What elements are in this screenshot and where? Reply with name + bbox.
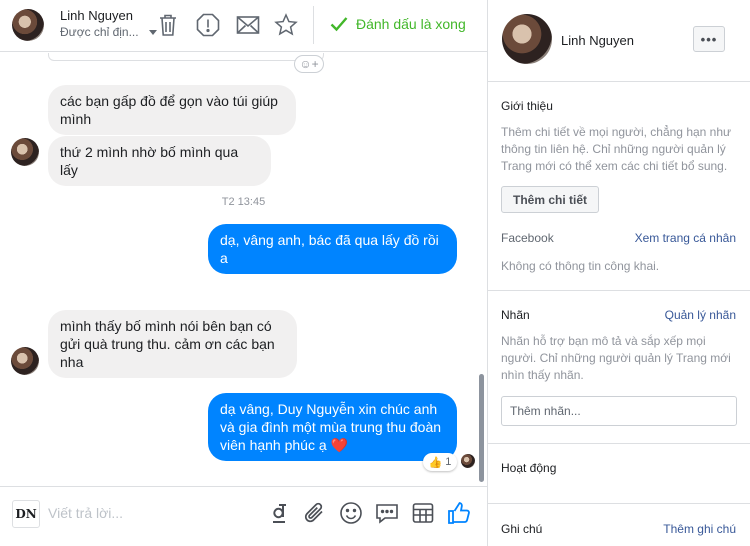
section-divider: [488, 443, 750, 444]
add-note-link[interactable]: Thêm ghi chú: [663, 522, 736, 536]
payment-button[interactable]: [266, 500, 292, 526]
no-public-info-text: Không có thông tin công khai.: [501, 259, 660, 273]
message-thread[interactable]: ☺+ các bạn gấp đồ để gọn vào túi giúp mì…: [0, 53, 487, 485]
view-profile-link[interactable]: Xem trang cá nhân: [635, 231, 736, 245]
tags-title: Nhãn: [501, 308, 530, 322]
like-button[interactable]: [446, 500, 472, 526]
assign-dropdown[interactable]: Được chỉ địn...: [60, 25, 157, 39]
spam-button[interactable]: [195, 12, 221, 38]
seen-avatar: [461, 454, 475, 468]
header-divider: [313, 6, 314, 44]
emoji-button[interactable]: [338, 500, 364, 526]
message-line: thứ 2 mình nhờ bố mình qua lấy: [60, 144, 239, 178]
message-bubble-incoming[interactable]: thứ 2 mình nhờ bố mình qua lấy: [48, 136, 271, 186]
more-options-button[interactable]: •••: [693, 26, 725, 52]
appointment-button[interactable]: [410, 500, 436, 526]
chat-bubble-icon: [376, 504, 398, 524]
message-bubble-incoming[interactable]: mình thấy bố mình nói bên bạn có gửi quà…: [48, 310, 297, 378]
message-bubble-outgoing[interactable]: dạ vâng, Duy Nguyễn xin chúc anh và gia …: [208, 393, 457, 461]
page-logo: DN: [12, 500, 40, 528]
message-line: dạ, vâng anh, bác đã qua lấy đồ rồi: [220, 232, 439, 248]
add-detail-button[interactable]: Thêm chi tiết: [501, 186, 599, 213]
smiley-icon: [340, 502, 362, 524]
checkmark-icon: [330, 17, 348, 32]
intro-description: Thêm chi tiết về mọi người, chẳng hạn nh…: [501, 125, 732, 173]
message-line: và gia đình một mùa trung thu đoàn: [220, 419, 442, 435]
delete-button[interactable]: [155, 12, 181, 38]
add-reaction-button[interactable]: ☺+: [294, 55, 324, 73]
smiley-plus-icon: ☺+: [299, 57, 319, 71]
section-divider: [488, 503, 750, 504]
message-timestamp: T2 13:45: [221, 196, 266, 208]
conversation-pane: Linh Nguyen Được chỉ địn... Đánh dấu là …: [0, 0, 487, 546]
tags-description: Nhãn hỗ trợ bạn mô tả và sắp xếp mọi ngư…: [501, 334, 731, 382]
more-dots-icon: •••: [700, 31, 718, 47]
profile-avatar[interactable]: [502, 14, 552, 64]
message-line: a: [220, 250, 228, 266]
conversation-header: Linh Nguyen Được chỉ địn... Đánh dấu là …: [0, 0, 487, 52]
intro-title: Giới thiệu: [501, 99, 553, 113]
reply-input[interactable]: [48, 501, 248, 525]
message-bubble-outgoing[interactable]: dạ, vâng anh, bác đã qua lấy đồ rồi a: [208, 224, 457, 274]
activity-title: Hoạt động: [501, 461, 557, 475]
message-line: viên hạnh phúc ạ ❤️: [220, 437, 348, 453]
message-reaction[interactable]: 👍 1: [423, 453, 457, 471]
facebook-label: Facebook: [501, 231, 554, 245]
email-button[interactable]: [235, 12, 261, 38]
saved-replies-button[interactable]: [374, 500, 400, 526]
contact-info-panel: Linh Nguyen ••• Giới thiệu Thêm chi tiết…: [487, 0, 750, 546]
message-line: các bạn gấp đồ để gọn vào túi giúp: [60, 93, 278, 109]
paperclip-icon: [304, 502, 323, 523]
calendar-grid-icon: [412, 503, 434, 523]
message-bubble-incoming[interactable]: các bạn gấp đồ để gọn vào túi giúp mình: [48, 85, 296, 135]
section-divider: [488, 290, 750, 291]
message-line: nha: [60, 354, 84, 370]
alert-icon: [196, 13, 220, 37]
mark-done-button[interactable]: Đánh dấu là xong: [330, 16, 466, 32]
thumbs-up-icon: 👍: [428, 456, 443, 469]
attach-button[interactable]: [302, 500, 328, 526]
reply-composer: DN: [0, 486, 487, 546]
message-line: mình: [60, 111, 92, 127]
sender-avatar[interactable]: [11, 138, 39, 166]
profile-section: Linh Nguyen •••: [488, 0, 750, 82]
notes-title: Ghi chú: [501, 522, 543, 536]
star-button[interactable]: [273, 12, 299, 38]
profile-name[interactable]: Linh Nguyen: [561, 33, 634, 48]
sender-avatar[interactable]: [11, 347, 39, 375]
thumbs-up-icon: [448, 502, 470, 524]
reaction-count: 1: [445, 456, 452, 468]
message-line: dạ vâng, Duy Nguyễn xin chúc anh: [220, 401, 438, 417]
contact-name[interactable]: Linh Nguyen: [60, 8, 133, 23]
add-tag-input[interactable]: [501, 396, 737, 426]
thread-scrollbar[interactable]: [479, 374, 484, 482]
trash-icon: [160, 14, 176, 36]
manage-tags-link[interactable]: Quản lý nhãn: [665, 308, 736, 322]
contact-avatar[interactable]: [12, 9, 44, 41]
dong-currency-icon: [273, 504, 286, 523]
message-line: gửi quà trung thu. cảm ơn các bạn: [60, 336, 275, 352]
envelope-icon: [236, 16, 260, 34]
previous-message-card: [48, 53, 324, 61]
mark-done-label: Đánh dấu là xong: [356, 16, 466, 32]
star-icon: [274, 13, 298, 36]
assign-label: Được chỉ địn...: [60, 25, 139, 39]
message-line: mình thấy bố mình nói bên bạn có: [60, 318, 272, 334]
